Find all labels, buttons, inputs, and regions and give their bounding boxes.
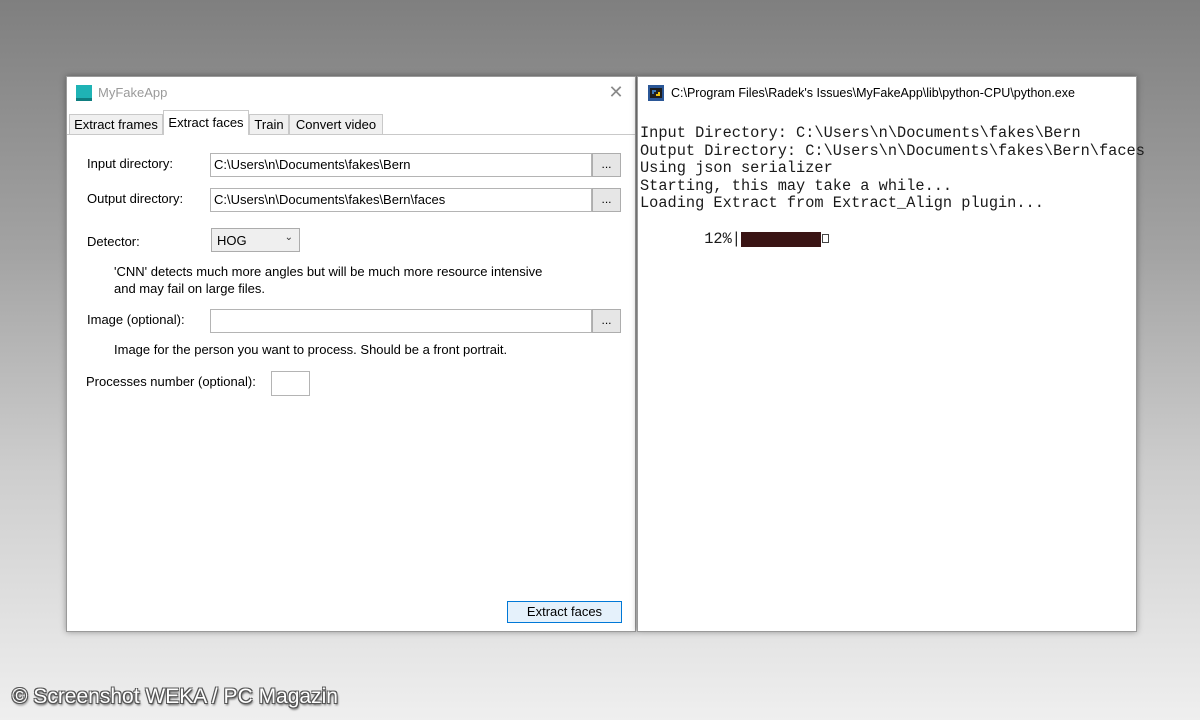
console-output: Input Directory: C:\Users\n\Documents\fa… <box>640 124 1145 247</box>
console-line: Input Directory: C:\Users\n\Documents\fa… <box>640 124 1081 142</box>
console-titlebar: C:\Program Files\Radek's Issues\MyFakeAp… <box>638 77 1136 109</box>
tab-extract-frames[interactable]: Extract frames <box>69 114 163 135</box>
tab-panel-border <box>67 134 635 135</box>
output-directory-label: Output directory: <box>87 191 184 206</box>
copyright-watermark: © Screenshot WEKA / PC Magazin <box>12 685 338 708</box>
console-line: Output Directory: C:\Users\n\Documents\f… <box>640 141 1145 160</box>
detector-hint: 'CNN' detects much more angles but will … <box>114 263 542 297</box>
progress-fill <box>740 231 821 247</box>
extract-faces-button[interactable]: Extract faces <box>507 601 622 623</box>
console-line: Using json serializer <box>640 159 833 178</box>
output-directory-browse-button[interactable]: ... <box>592 188 621 212</box>
input-directory-label: Input directory: <box>87 156 173 171</box>
image-field[interactable] <box>210 309 592 333</box>
input-directory-browse-button[interactable]: ... <box>592 153 621 177</box>
progress-separator: | <box>731 229 741 248</box>
python-icon <box>648 85 664 101</box>
close-button[interactable]: ✕ <box>605 81 627 103</box>
detector-label: Detector: <box>87 234 140 249</box>
app-title: MyFakeApp <box>98 85 168 100</box>
processes-field[interactable] <box>271 371 310 396</box>
console-title: C:\Program Files\Radek's Issues\MyFakeAp… <box>671 86 1075 100</box>
detector-select[interactable]: HOG ⌄ <box>211 228 300 252</box>
progress-percent: 12% <box>695 229 732 248</box>
myfakeapp-window: MyFakeApp ✕ Extract frames Extract faces… <box>66 76 636 632</box>
tab-extract-faces[interactable]: Extract faces <box>163 110 249 135</box>
image-browse-button[interactable]: ... <box>592 309 621 333</box>
tab-train[interactable]: Train <box>249 114 289 135</box>
cursor-glyph-icon <box>821 233 829 243</box>
app-logo-icon <box>76 85 92 101</box>
tab-strip: Extract frames Extract faces Train Conve… <box>67 110 635 135</box>
image-label: Image (optional): <box>87 312 185 327</box>
output-directory-field[interactable]: C:\Users\n\Documents\fakes\Bern\faces <box>210 188 592 212</box>
detector-hint-line-1: 'CNN' detects much more angles but will … <box>114 264 543 279</box>
image-hint: Image for the person you want to process… <box>114 342 508 357</box>
processes-label: Processes number (optional): <box>86 374 256 389</box>
chevron-down-icon: ⌄ <box>284 232 293 243</box>
app-titlebar: MyFakeApp ✕ <box>67 77 635 109</box>
input-directory-field[interactable]: C:\Users\n\Documents\fakes\Bern <box>210 153 592 177</box>
detector-selected-value: HOG <box>217 233 247 248</box>
progress-line: 12%| <box>640 213 1134 247</box>
progress-bar <box>740 231 821 247</box>
console-line: Starting, this may take a while... <box>640 176 953 195</box>
detector-hint-line-2: and may fail on large files. <box>114 281 266 296</box>
console-window: C:\Program Files\Radek's Issues\MyFakeAp… <box>637 76 1145 632</box>
console-line: Loading Extract from Extract_Align plugi… <box>640 194 1044 213</box>
tab-convert-video[interactable]: Convert video <box>289 114 383 135</box>
